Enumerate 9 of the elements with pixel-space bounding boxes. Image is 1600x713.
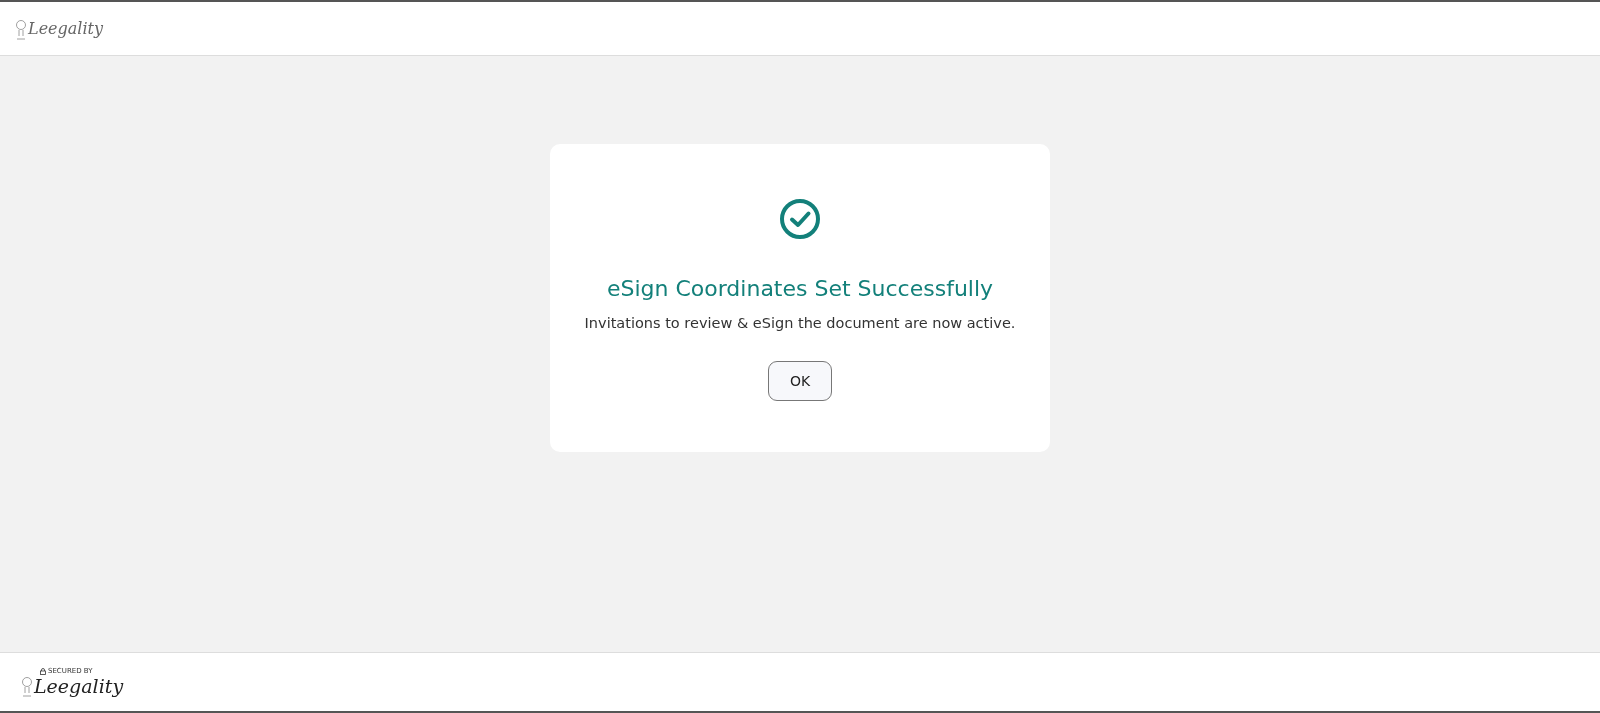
dialog-title: eSign Coordinates Set Successfully (606, 276, 994, 301)
logo: Leegality (28, 19, 104, 38)
lock-icon (40, 667, 46, 675)
bulb-icon (16, 17, 26, 40)
logo: Leegality (34, 675, 124, 697)
dialog-message: Invitations to review & eSign the document are now active. (584, 315, 1016, 331)
bulb-icon (22, 675, 32, 697)
ok-button[interactable]: OK (768, 361, 832, 401)
check-circle-icon (779, 198, 821, 240)
